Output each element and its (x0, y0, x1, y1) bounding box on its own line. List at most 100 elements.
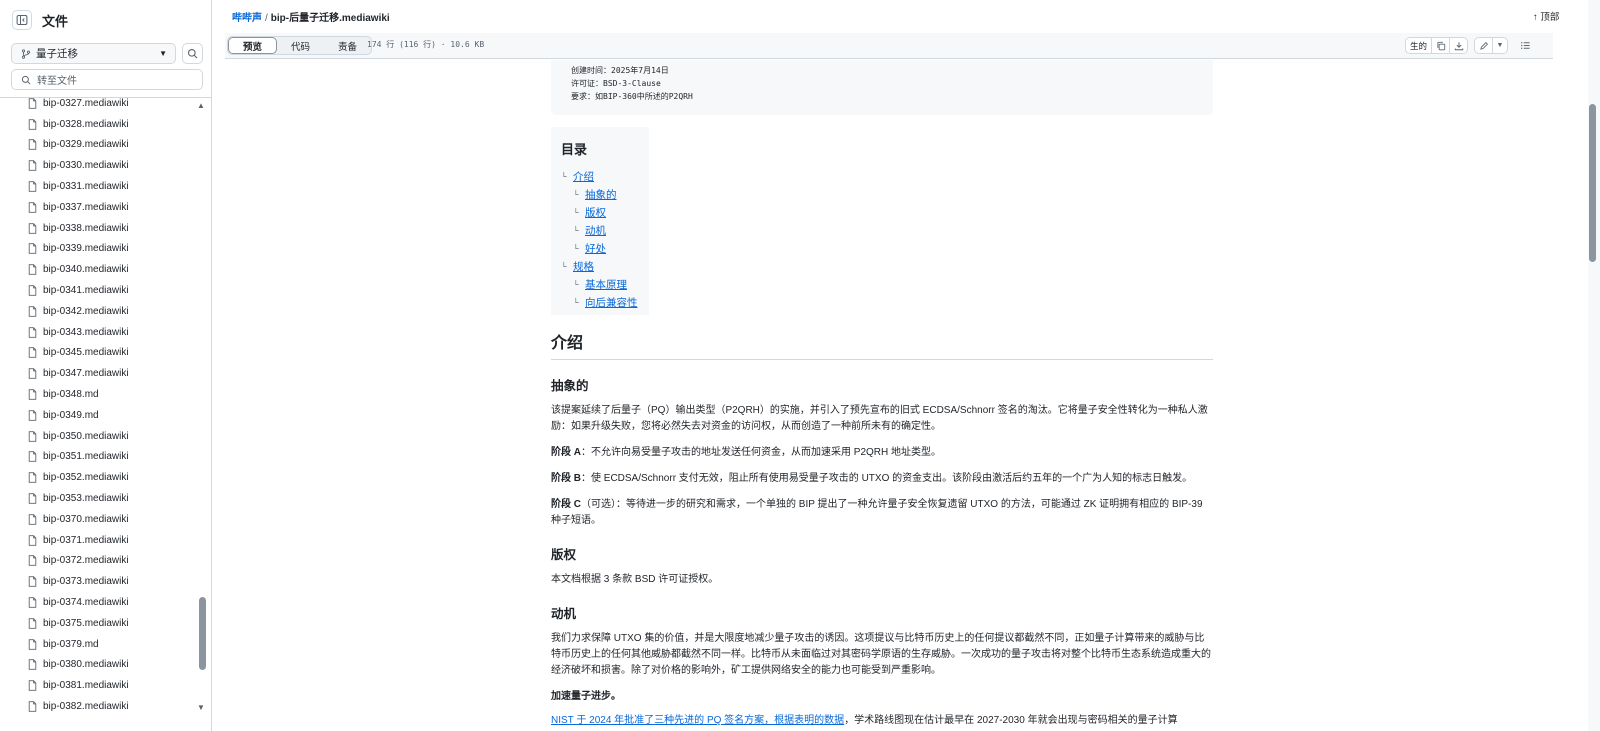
toc-item: └ 动机 (561, 221, 639, 239)
file-tree-item[interactable]: bip-0347.mediawiki (0, 363, 200, 384)
phase-c-label: 阶段 C (551, 499, 581, 510)
tab-blame[interactable]: 责备 (324, 37, 371, 54)
file-tree-item[interactable]: bip-0353.mediawiki (0, 488, 200, 509)
file-icon (28, 368, 37, 379)
file-tree-item[interactable]: bip-0331.mediawiki (0, 176, 200, 197)
sidebar-scrollbar-thumb[interactable] (199, 597, 206, 670)
file-toolbar: 预览 代码 责备 174 行 (116 行) · 10.6 KB 生的 ▼ (225, 33, 1553, 59)
file-tree-item[interactable]: bip-0338.mediawiki (0, 218, 200, 239)
file-tree-item[interactable]: bip-0370.mediawiki (0, 509, 200, 530)
back-to-top-button[interactable]: ↑ 顶部 (1533, 9, 1559, 23)
file-tree-item[interactable]: bip-0371.mediawiki (0, 530, 200, 551)
file-icon (28, 576, 37, 587)
file-icon (28, 347, 37, 359)
file-name: bip-0379.md (43, 638, 99, 650)
section-heading-motivation: 动机 (551, 607, 577, 621)
download-raw-button[interactable] (1450, 37, 1468, 54)
nist-link[interactable]: NIST 于 2024 年批准了三种先进的 PQ 签名方案，根据表明的数据 (551, 715, 844, 726)
breadcrumb: 哔哔声 / bip-后量子迁移.mediawiki (232, 9, 390, 24)
file-tree-item[interactable]: bip-0374.mediawiki (0, 592, 200, 613)
file-icon (28, 680, 37, 691)
toc-link[interactable]: 介绍 (573, 169, 594, 184)
file-tree-item[interactable]: bip-0349.md (0, 405, 200, 426)
toc-connector: └ (561, 261, 567, 271)
file-tree-sidebar: 文件 量子迁移 ▼ 转至文件 bip-0327.mediawiki bip-032… (0, 0, 212, 731)
accel-paragraph: NIST 于 2024 年批准了三种先进的 PQ 签名方案，根据表明的数据，学术… (551, 713, 1213, 729)
file-name: bip-0349.md (43, 409, 99, 421)
file-tree-item[interactable]: bip-0339.mediawiki (0, 239, 200, 260)
copy-raw-button[interactable] (1432, 37, 1450, 54)
scroll-down-arrow-icon[interactable]: ▼ (197, 703, 205, 712)
file-tree-item[interactable]: bip-0381.mediawiki (0, 675, 200, 696)
file-name: bip-0328.mediawiki (43, 118, 129, 130)
toc-connector: └ (573, 207, 579, 217)
breadcrumb-repo-link[interactable]: 哔哔声 (232, 13, 262, 24)
toc-connector: └ (561, 171, 567, 181)
file-name: bip-0329.mediawiki (43, 139, 129, 151)
file-icon (28, 410, 37, 421)
file-actions: 生的 ▼ (1405, 37, 1534, 54)
file-tree-item[interactable]: bip-0328.mediawiki (0, 114, 200, 135)
file-tree-item[interactable]: bip-0350.mediawiki (0, 426, 200, 447)
go-to-file-input[interactable]: 转至文件 (11, 69, 203, 90)
raw-button[interactable]: 生的 (1405, 37, 1432, 54)
markdown-body: 创建时间：2025年7月14日 许可证：BSD-3-Clause 要求：如BIP… (551, 60, 1213, 729)
search-files-button[interactable] (182, 43, 203, 64)
file-icon (28, 659, 37, 671)
collapse-sidebar-button[interactable] (12, 10, 32, 30)
file-tree-item[interactable]: bip-0375.mediawiki (0, 613, 200, 634)
tab-code[interactable]: 代码 (277, 37, 324, 54)
file-name: bip-0352.mediawiki (43, 472, 129, 484)
arrow-up-icon: ↑ (1533, 12, 1538, 23)
chevron-down-icon: ▼ (1496, 42, 1504, 49)
toc-link[interactable]: 动机 (585, 223, 606, 238)
page-scrollbar-thumb[interactable] (1589, 104, 1596, 262)
toc-link[interactable]: 规格 (573, 259, 594, 274)
toc-link[interactable]: 向后兼容性 (585, 295, 638, 310)
search-icon (187, 48, 198, 59)
file-tree-item[interactable]: bip-0373.mediawiki (0, 571, 200, 592)
toc-link[interactable]: 好处 (585, 241, 606, 256)
download-icon (1454, 41, 1463, 50)
file-tree-item[interactable]: bip-0343.mediawiki (0, 322, 200, 343)
file-name: bip-0370.mediawiki (43, 513, 129, 525)
file-name: bip-0375.mediawiki (43, 617, 129, 629)
file-tree-item[interactable]: bip-0348.md (0, 384, 200, 405)
branch-selector[interactable]: 量子迁移 ▼ (11, 43, 176, 64)
outline-button[interactable] (1516, 37, 1534, 54)
edit-more-options-button[interactable]: ▼ (1493, 37, 1508, 54)
file-tree-item[interactable]: bip-0345.mediawiki (0, 343, 200, 364)
file-name: bip-0353.mediawiki (43, 493, 129, 505)
bip-header-block: 创建时间：2025年7月14日 许可证：BSD-3-Clause 要求：如BIP… (551, 60, 1213, 115)
toc-link[interactable]: 抽象的 (585, 187, 617, 202)
meta-line: 创建时间：2025年7月14日 (571, 66, 669, 75)
scroll-up-arrow-icon[interactable]: ▲ (197, 101, 205, 110)
file-name: bip-0345.mediawiki (43, 347, 129, 359)
file-tree-item[interactable]: bip-0330.mediawiki (0, 155, 200, 176)
file-icon (28, 618, 37, 629)
file-tree-item[interactable]: bip-0352.mediawiki (0, 467, 200, 488)
file-icon (28, 638, 37, 650)
file-tree-item[interactable]: bip-0327.mediawiki (0, 93, 200, 114)
file-tree-item[interactable]: bip-0382.mediawiki (0, 696, 200, 717)
file-tree-item[interactable]: bip-0341.mediawiki (0, 280, 200, 301)
toc-item: └ 版权 (561, 203, 639, 221)
file-tree-item[interactable]: bip-0329.mediawiki (0, 135, 200, 156)
file-tree-item[interactable]: bip-0379.md (0, 634, 200, 655)
sidebar-header: 文件 (0, 0, 211, 40)
tab-preview[interactable]: 预览 (228, 37, 278, 54)
back-to-top-label: 顶部 (1540, 12, 1560, 23)
breadcrumb-separator: / (265, 13, 268, 24)
file-tree-item[interactable]: bip-0340.mediawiki (0, 259, 200, 280)
section-heading-copyright: 版权 (551, 548, 577, 562)
file-tree-item[interactable]: bip-0342.mediawiki (0, 301, 200, 322)
toc-link[interactable]: 版权 (585, 205, 606, 220)
file-tree-item[interactable]: bip-0380.mediawiki (0, 655, 200, 676)
edit-file-button[interactable] (1474, 37, 1493, 54)
file-tree-item[interactable]: bip-0351.mediawiki (0, 447, 200, 468)
file-icon (28, 514, 37, 525)
file-tree-item[interactable]: bip-0372.mediawiki (0, 551, 200, 572)
file-name: bip-0374.mediawiki (43, 597, 129, 609)
toc-link[interactable]: 基本原理 (585, 277, 627, 292)
file-tree-item[interactable]: bip-0337.mediawiki (0, 197, 200, 218)
